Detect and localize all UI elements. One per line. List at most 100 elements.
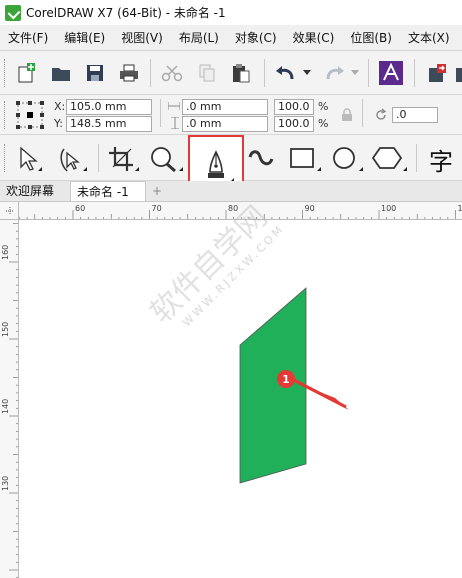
ruler-label: 160 [1, 245, 10, 260]
polygon-tool[interactable] [370, 144, 408, 174]
corel-connect-button[interactable] [378, 60, 404, 86]
menu-object[interactable]: 对象(C) [227, 29, 285, 46]
menu-view[interactable]: 视图(V) [113, 29, 171, 46]
toolbar-grip[interactable] [4, 59, 7, 87]
pen-nib-icon [208, 149, 234, 182]
new-document-button[interactable] [14, 61, 40, 85]
paste-button[interactable] [228, 61, 254, 85]
crop-tool[interactable] [106, 144, 140, 174]
import-icon [429, 64, 446, 82]
ruler-label: 90 [305, 204, 315, 213]
percent-label: % [318, 117, 329, 130]
vertical-ruler-ticks: 160 150 140 130 [1, 223, 18, 578]
artistic-media-tool[interactable] [246, 144, 276, 174]
export-icon [456, 68, 462, 82]
menu-text[interactable]: 文本(X) [400, 29, 458, 46]
shape-tool-icon [60, 148, 87, 172]
ruler-label: 130 [1, 476, 10, 491]
scale-y-field[interactable]: 100.0 [274, 116, 314, 132]
width-icon [168, 102, 180, 110]
corel-connect-icon [379, 61, 403, 85]
ellipse-tool[interactable] [328, 144, 364, 174]
standard-toolbar [0, 51, 462, 95]
document-tabs: 欢迎屏幕 未命名 -1 + [0, 181, 462, 202]
menu-bar: 文件(F) 编辑(E) 视图(V) 布局(L) 对象(C) 效果(C) 位图(B… [0, 25, 462, 51]
scale-x-field[interactable]: 100.0 [274, 99, 314, 115]
print-button[interactable] [116, 61, 142, 85]
zoom-tool[interactable] [146, 144, 184, 174]
print-icon [120, 64, 138, 82]
lock-icon [342, 108, 352, 121]
chevron-down-icon [303, 70, 311, 75]
save-icon [87, 65, 103, 81]
tab-untitled-1[interactable]: 未命名 -1 [70, 181, 146, 201]
add-tab-button[interactable]: + [146, 181, 168, 201]
menu-file[interactable]: 文件(F) [0, 29, 56, 46]
toolbox-bar: 字 [0, 135, 462, 198]
redo-dropdown[interactable] [350, 65, 360, 81]
ellipse-icon [333, 147, 363, 171]
ruler-label: 140 [1, 399, 10, 414]
toolbar-separator [98, 144, 99, 172]
menu-layout[interactable]: 布局(L) [171, 29, 227, 46]
undo-button[interactable] [272, 61, 300, 85]
width-field[interactable]: .0 mm [182, 99, 268, 115]
undo-icon [276, 66, 294, 80]
percent-label: % [318, 100, 329, 113]
y-label: Y: [54, 117, 63, 130]
export-button[interactable] [452, 61, 462, 85]
x-position-field[interactable]: 105.0 mm [66, 99, 152, 115]
toolbar-separator [368, 59, 369, 87]
chevron-down-icon [351, 70, 359, 75]
reference-point-selector[interactable] [14, 99, 46, 131]
toolbar-separator [264, 59, 265, 87]
toolbar-separator [362, 99, 363, 127]
reference-point-icon [16, 101, 44, 129]
window-title: CorelDRAW X7 (64-Bit) - 未命名 -1 [26, 6, 226, 20]
ruler-label: 110 [458, 204, 462, 213]
artistic-stroke-icon [248, 150, 274, 166]
copy-button[interactable] [194, 61, 220, 85]
import-button[interactable] [424, 61, 450, 85]
hexagon-icon [371, 147, 407, 171]
menu-bitmaps[interactable]: 位图(B) [342, 29, 400, 46]
undo-dropdown[interactable] [302, 65, 312, 81]
coreldraw-app-icon [5, 4, 21, 21]
y-position-field[interactable]: 148.5 mm [66, 116, 152, 132]
copy-icon [199, 64, 215, 82]
redo-button[interactable] [320, 61, 348, 85]
magnifier-icon [151, 147, 183, 173]
cut-button[interactable] [158, 61, 186, 85]
ruler-label: 70 [152, 204, 162, 213]
scissors-icon [161, 65, 183, 82]
menu-effects[interactable]: 效果(C) [285, 29, 343, 46]
paste-icon [233, 64, 250, 83]
x-label: X: [54, 100, 66, 113]
tab-welcome-screen[interactable]: 欢迎屏幕 [0, 181, 60, 201]
text-tool[interactable]: 字 [422, 144, 460, 176]
rectangle-icon [290, 148, 321, 171]
open-button[interactable] [48, 61, 74, 85]
shape-tool[interactable] [54, 144, 88, 174]
save-button[interactable] [82, 61, 108, 85]
title-bar: CorelDRAW X7 (64-Bit) - 未命名 -1 [0, 0, 462, 25]
rectangle-tool[interactable] [286, 144, 322, 174]
toolbar-grip[interactable] [4, 144, 7, 172]
new-document-icon [18, 63, 35, 83]
rotation-field[interactable]: .0 [392, 107, 438, 123]
toolbar-separator [160, 99, 161, 127]
crop-icon [109, 147, 139, 171]
open-folder-icon [52, 68, 70, 81]
lock-ratio-button[interactable] [340, 107, 354, 123]
pick-tool[interactable] [14, 144, 44, 174]
annotation-number: 1 [282, 373, 290, 386]
toolbar-separator [414, 59, 415, 87]
height-field[interactable]: .0 mm [182, 116, 268, 132]
green-parallelogram[interactable] [239, 287, 307, 484]
vertical-ruler[interactable]: 160 150 140 130 [0, 220, 19, 578]
property-bar: X: 105.0 mm Y: 148.5 mm .0 mm .0 mm 100.… [0, 95, 462, 135]
ruler-label: 150 [1, 322, 10, 337]
menu-edit[interactable]: 编辑(E) [56, 29, 113, 46]
ruler-origin[interactable] [0, 202, 19, 220]
toolbar-grip[interactable] [4, 101, 7, 129]
